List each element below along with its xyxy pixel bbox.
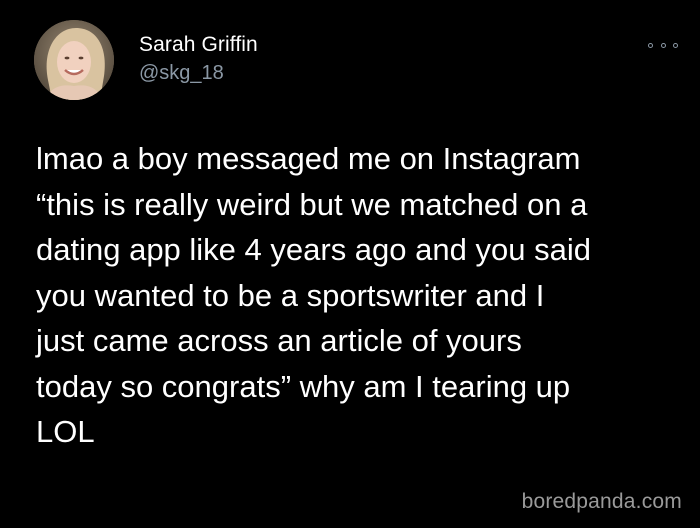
- tweet-text-line: lmao a boy messaged me on Instagram: [36, 141, 581, 176]
- dot: [673, 42, 678, 48]
- tweet-text-line: dating app like 4 years ago and you said: [36, 232, 591, 267]
- avatar[interactable]: [34, 20, 114, 100]
- tweet-text-line: you wanted to be a sportswriter and I: [36, 277, 545, 313]
- tweet-card: Sarah Griffin @skg_18 lmao a boy message…: [0, 0, 700, 528]
- tweet-text-line: today so congrats” why am I tearing up: [36, 368, 571, 404]
- watermark: boredpanda.com: [521, 490, 682, 513]
- ellipsis-icon[interactable]: [648, 38, 678, 52]
- tweet-text-line: LOL: [36, 414, 95, 449]
- tweet-text-line: just came across an article of yours: [36, 323, 522, 358]
- display-name[interactable]: Sarah Griffin: [139, 33, 258, 57]
- user-handle[interactable]: @skg_18: [139, 62, 224, 85]
- dot: [660, 42, 666, 48]
- dot: [648, 42, 653, 48]
- profile-photo-icon: [34, 20, 114, 100]
- tweet-text: lmao a boy messaged me on Instagram “thi…: [36, 136, 686, 455]
- tweet-text-line: “this is really weird but we matched on …: [36, 186, 588, 222]
